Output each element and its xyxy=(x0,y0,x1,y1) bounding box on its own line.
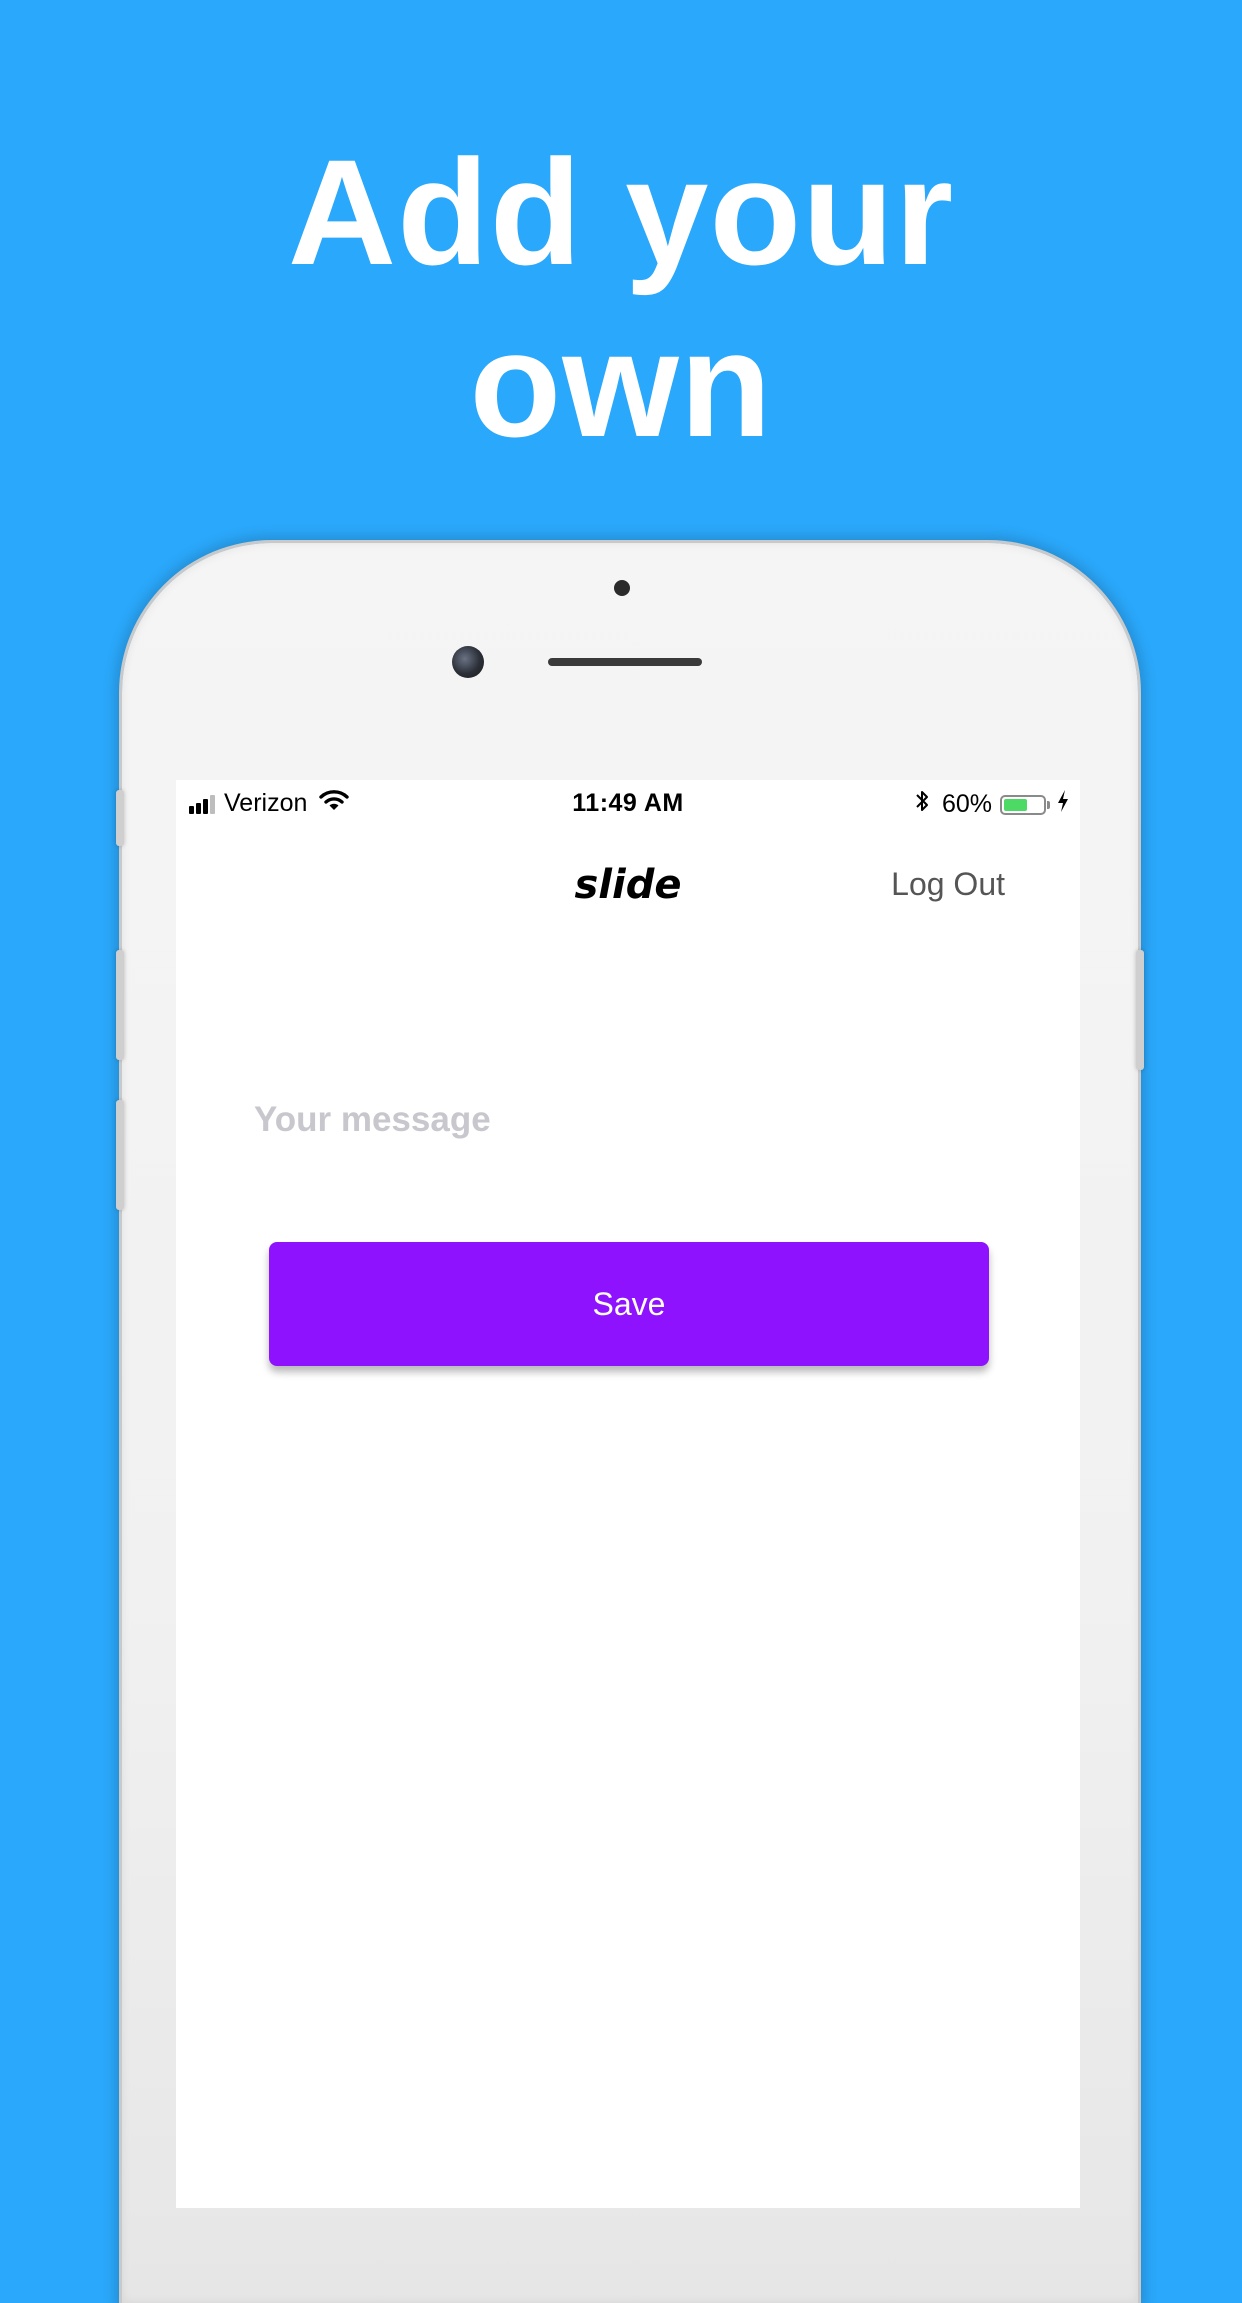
status-right: 60% xyxy=(914,789,1070,820)
headline-line-1: Add your xyxy=(287,128,955,296)
phone-volume-down-button xyxy=(116,1100,124,1210)
phone-side-button xyxy=(116,790,124,846)
earpiece-speaker xyxy=(548,658,702,666)
front-camera xyxy=(452,646,484,678)
message-input[interactable] xyxy=(254,1090,994,1150)
app-screen: Verizon 11:49 AM 60% slide Log Out Your … xyxy=(176,780,1080,2208)
battery-percent: 60% xyxy=(941,790,992,818)
phone-power-button xyxy=(1136,950,1144,1070)
save-button[interactable]: Save xyxy=(269,1242,989,1366)
log-out-button[interactable]: Log Out xyxy=(891,866,1005,903)
battery-nub xyxy=(1047,800,1050,809)
phone-volume-up-button xyxy=(116,950,124,1060)
status-bar: Verizon 11:49 AM 60% xyxy=(176,780,1080,826)
battery-icon xyxy=(1000,794,1046,815)
headline-line-2: own xyxy=(469,300,773,468)
promo-headline: Add your own xyxy=(0,126,1242,470)
proximity-sensor xyxy=(614,580,630,596)
bluetooth-icon xyxy=(914,789,930,820)
charging-icon xyxy=(1056,789,1070,820)
battery-level-fill xyxy=(1004,798,1027,811)
